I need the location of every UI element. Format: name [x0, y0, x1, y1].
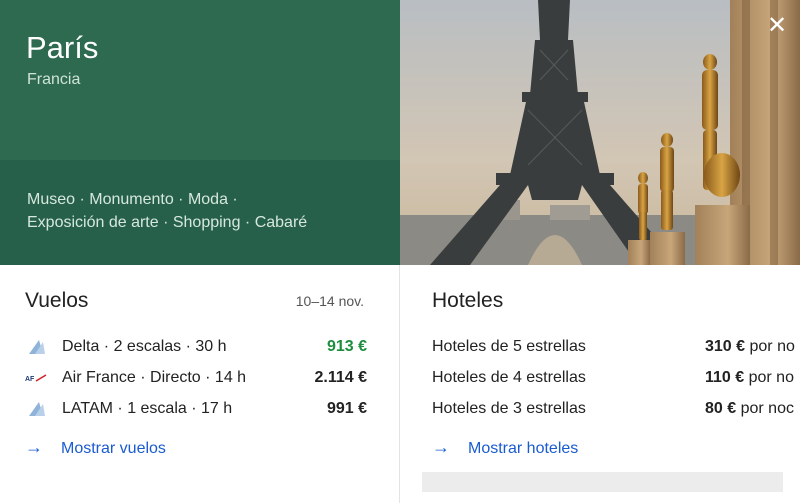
hotel-price-suffix: por no — [749, 338, 795, 355]
arrow-right-icon: → — [25, 437, 43, 457]
loading-placeholder — [422, 472, 783, 492]
show-flights-link[interactable]: → Mostrar vuelos — [25, 435, 166, 459]
hotel-category: Hoteles de 5 estrellas — [432, 338, 586, 355]
hotel-price-value: 80 € — [705, 400, 737, 417]
show-hotels-label: Mostrar hoteles — [468, 440, 579, 457]
hotel-price-suffix: por no — [748, 369, 794, 386]
flight-row-air-france[interactable]: AF Air France · Directo · 14 h 2.114 € — [25, 366, 367, 390]
show-flights-label: Mostrar vuelos — [61, 440, 166, 457]
flights-title: Vuelos — [25, 289, 89, 312]
flight-row-delta[interactable]: Delta · 2 escalas · 30 h 913 € — [25, 335, 367, 359]
flight-price: 2.114 € — [314, 369, 368, 386]
flight-dates[interactable]: 10–14 nov. — [296, 293, 364, 309]
delta-logo-icon — [29, 340, 45, 354]
flight-description: Delta · 2 escalas · 30 h — [62, 338, 227, 355]
flight-description: LATAM · 1 escala · 17 h — [62, 400, 233, 417]
city-title: París — [26, 30, 99, 65]
destination-info-panel: París Francia Museo · Monumento · Moda ·… — [0, 0, 400, 265]
hotel-row-3-star[interactable]: Hoteles de 3 estrellas 80 € por noc — [432, 397, 800, 421]
flight-price: 913 € — [326, 338, 367, 355]
eiffel-tower-photo — [400, 0, 800, 265]
hotel-category: Hoteles de 4 estrellas — [432, 369, 586, 386]
flight-price: 991 € — [326, 400, 367, 417]
hotel-price: 110 € por no — [705, 366, 794, 390]
hotel-row-5-star[interactable]: Hoteles de 5 estrellas 310 € por no — [432, 335, 800, 359]
tags-line-2: Exposición de arte · Shopping · Cabaré — [27, 214, 308, 231]
hotel-price-suffix: por noc — [740, 400, 794, 417]
latam-logo-icon — [29, 402, 45, 416]
hotel-price: 310 € por no — [705, 335, 795, 359]
arrow-right-icon: → — [432, 437, 450, 457]
hotel-price-value: 310 € — [705, 338, 746, 355]
show-hotels-link[interactable]: → Mostrar hoteles — [432, 435, 578, 459]
air-france-logo-icon: AF — [25, 374, 47, 383]
hotel-price-value: 110 € — [705, 369, 745, 386]
close-icon[interactable]: ✕ — [766, 14, 788, 38]
hotel-price: 80 € por noc — [705, 397, 794, 421]
hotel-row-4-star[interactable]: Hoteles de 4 estrellas 110 € por no — [432, 366, 800, 390]
destination-tags: Museo · Monumento · Moda · Exposición de… — [27, 188, 387, 234]
flight-row-latam[interactable]: LATAM · 1 escala · 17 h 991 € — [25, 397, 367, 421]
country-subtitle: Francia — [27, 71, 81, 88]
hotels-title: Hoteles — [432, 289, 504, 312]
destination-hero: París Francia Museo · Monumento · Moda ·… — [0, 0, 800, 265]
tags-line-1: Museo · Monumento · Moda · — [27, 191, 238, 208]
hotel-category: Hoteles de 3 estrellas — [432, 400, 586, 417]
svg-text:AF: AF — [25, 376, 35, 383]
flight-description: Air France · Directo · 14 h — [62, 369, 247, 386]
